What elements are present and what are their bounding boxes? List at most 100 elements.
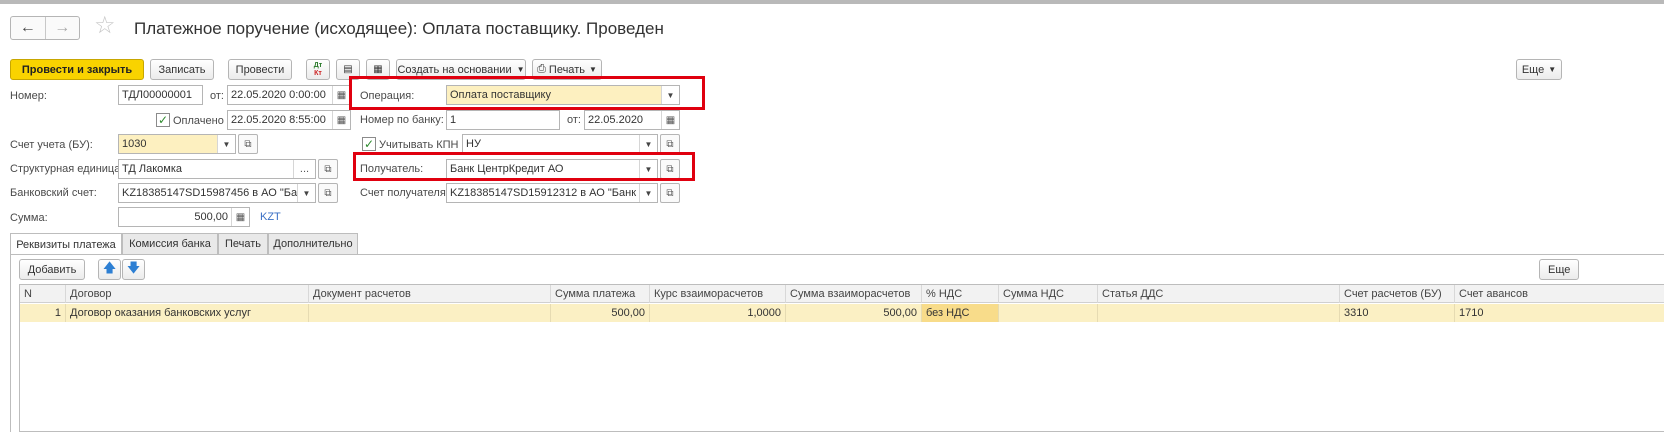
open-icon[interactable]: ⧉ [318, 159, 338, 179]
bank-date-field[interactable]: 22.05.2020 ▦ [584, 110, 680, 130]
dt-label: Дт [313, 61, 323, 69]
row-number: 1 [20, 304, 66, 322]
kpn-value: НУ [466, 138, 481, 150]
open-icon[interactable]: ⧉ [660, 183, 680, 203]
more-button[interactable]: Еще ▼ [1516, 59, 1562, 80]
chevron-down-icon[interactable]: ▼ [639, 135, 657, 153]
kpn-select[interactable]: НУ ▼ [462, 134, 658, 154]
settlement-document-cell[interactable] [309, 304, 551, 322]
paid-date-value: 22.05.2020 8:55:00 [231, 114, 326, 126]
column-header[interactable]: Документ расчетов [309, 285, 551, 303]
calendar-icon[interactable]: ▦ [661, 111, 679, 129]
sum-field[interactable]: 500,00 ▦ [118, 207, 250, 227]
bank-account-select[interactable]: KZ18385147SD15987456 в АО "Банк ▼ [118, 183, 316, 203]
recipient-account-select[interactable]: KZ18385147SD15912312 в АО "Банк Це ▼ [446, 183, 658, 203]
add-button[interactable]: Добавить [19, 259, 85, 280]
advance-account-cell[interactable]: 1710 [1455, 304, 1664, 322]
column-header[interactable]: Статья ДДС [1098, 285, 1340, 303]
tab-bank-commission[interactable]: Комиссия банка [122, 233, 218, 254]
column-header[interactable]: Сумма НДС [999, 285, 1098, 303]
date-field[interactable]: 22.05.2020 0:00:00 ▦ [227, 85, 351, 105]
payment-table: N Договор Документ расчетов Сумма платеж… [19, 284, 1664, 432]
recipient-highlight-box [353, 152, 695, 181]
chevron-down-icon[interactable]: ▼ [639, 184, 657, 202]
more-label: Еще [1521, 63, 1545, 76]
window-top-strip [0, 0, 1664, 4]
exchange-rate-cell[interactable]: 1,0000 [650, 304, 786, 322]
paid-checkbox[interactable]: ✓ [156, 113, 170, 127]
bank-number-label: Номер по банку: [360, 114, 444, 126]
column-header[interactable]: Курс взаиморасчетов [650, 285, 786, 303]
payment-sum-cell[interactable]: 500,00 [551, 304, 650, 322]
column-header[interactable]: Счет авансов [1455, 285, 1664, 303]
table-header: N Договор Документ расчетов Сумма платеж… [20, 285, 1664, 303]
cash-flow-item-cell[interactable] [1098, 304, 1340, 322]
create-based-on-label: Создать на основании [397, 63, 512, 76]
tab-panel-border [10, 254, 11, 432]
date-value: 22.05.2020 0:00:00 [231, 89, 326, 101]
paid-date-field[interactable]: 22.05.2020 8:55:00 ▦ [227, 110, 351, 130]
paid-label: Оплачено [173, 115, 224, 127]
kpn-checkbox[interactable]: ✓ [362, 137, 376, 151]
column-header[interactable]: Договор [66, 285, 309, 303]
recipient-account-label: Счет получателя: [360, 187, 449, 199]
chevron-down-icon: ▼ [588, 65, 597, 74]
tab-payment-details[interactable]: Реквизиты платежа [10, 233, 122, 255]
open-icon[interactable]: ⧉ [238, 134, 258, 154]
dt-kt-icon[interactable]: Дт Кт [306, 59, 330, 80]
recipient-account-value: KZ18385147SD15912312 в АО "Банк Це [450, 187, 639, 199]
bank-number-field[interactable]: 1 [446, 110, 560, 130]
back-arrow-icon[interactable]: ← [11, 17, 45, 39]
calendar-icon[interactable]: ▦ [332, 86, 350, 104]
column-header[interactable]: Сумма платежа [551, 285, 650, 303]
sum-label: Сумма: [10, 212, 48, 224]
select-dots-icon[interactable]: ... [293, 160, 315, 178]
account-value: 1030 [122, 138, 147, 150]
open-icon[interactable]: ⧉ [660, 134, 680, 154]
tab-divider [10, 254, 1664, 255]
move-down-icon[interactable]: 🡇 [122, 259, 145, 280]
navigation-group: ← → [10, 16, 80, 40]
unit-value: ТД Лакомка [122, 163, 182, 175]
chevron-down-icon[interactable]: ▼ [297, 184, 315, 202]
post-button[interactable]: Провести [228, 59, 292, 80]
kpn-label: Учитывать КПН [379, 139, 459, 151]
unit-label: Структурная единица: [10, 163, 124, 175]
settlement-account-cell[interactable]: 3310 [1340, 304, 1455, 322]
vat-sum-cell[interactable] [999, 304, 1098, 322]
save-button[interactable]: Записать [150, 59, 214, 80]
move-up-icon[interactable]: 🡅 [98, 259, 121, 280]
chevron-down-icon[interactable]: ▼ [217, 135, 235, 153]
open-icon[interactable]: ⧉ [318, 183, 338, 203]
forward-arrow-icon[interactable]: → [44, 17, 80, 39]
page-title: Платежное поручение (исходящее): Оплата … [134, 19, 664, 38]
calculator-icon[interactable]: ▦ [231, 208, 249, 226]
bank-account-value: KZ18385147SD15987456 в АО "Банк [122, 187, 297, 199]
tab-additional[interactable]: Дополнительно [268, 233, 358, 254]
printer-icon: ⎙ [537, 63, 546, 75]
favorite-star-icon[interactable]: ☆ [94, 14, 116, 38]
number-field[interactable]: ТДЛ00000001 [118, 85, 203, 105]
column-header[interactable]: Сумма взаиморасчетов [786, 285, 922, 303]
bank-number-value: 1 [450, 114, 457, 126]
account-select[interactable]: 1030 ▼ [118, 134, 236, 154]
number-value: ТДЛ00000001 [122, 89, 192, 101]
unit-field[interactable]: ТД Лакомка ... [118, 159, 316, 179]
kt-label: Кт [314, 69, 322, 77]
table-more-button[interactable]: Еще [1539, 259, 1579, 280]
date-from-label: от: [210, 90, 224, 102]
post-and-close-button[interactable]: Провести и закрыть [10, 59, 144, 80]
operation-highlight-box [349, 76, 705, 110]
column-header[interactable]: Счет расчетов (БУ) [1340, 285, 1455, 303]
chevron-down-icon: ▼ [1548, 65, 1557, 74]
currency-link[interactable]: KZT [260, 211, 281, 223]
calendar-icon[interactable]: ▦ [332, 111, 350, 129]
settlement-sum-cell[interactable]: 500,00 [786, 304, 922, 322]
table-row[interactable]: 1 Договор оказания банковских услуг 500,… [20, 304, 1664, 322]
column-header[interactable]: % НДС [922, 285, 999, 303]
column-header[interactable]: N [20, 285, 66, 303]
bank-date-value: 22.05.2020 [588, 114, 644, 126]
contract-cell[interactable]: Договор оказания банковских услуг [66, 304, 309, 322]
tab-print[interactable]: Печать [218, 233, 268, 254]
vat-rate-cell[interactable]: без НДС [922, 304, 999, 322]
